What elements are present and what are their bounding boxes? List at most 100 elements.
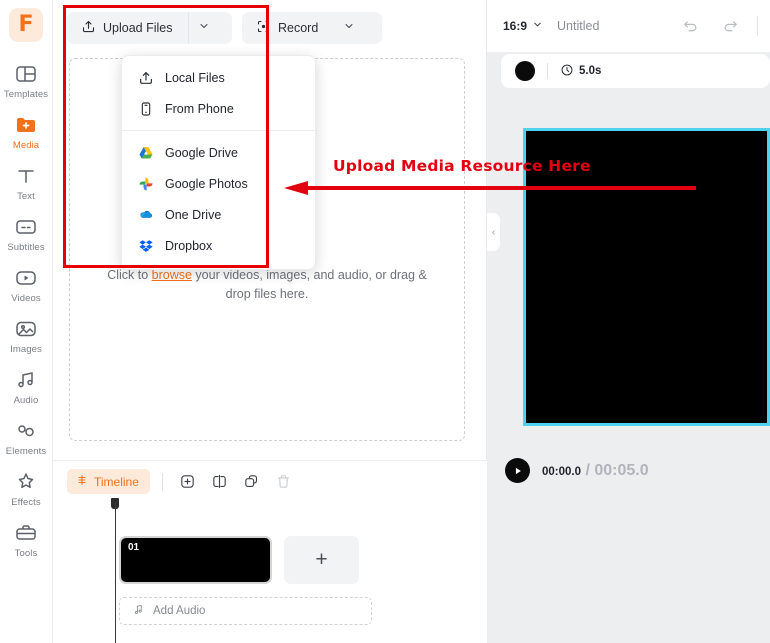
record-main[interactable]: Record: [242, 12, 334, 44]
clip-properties-toolbar: 5.0s: [501, 54, 770, 88]
split-clip-icon[interactable]: [207, 469, 233, 495]
sidebar-item-tools[interactable]: Tools: [0, 515, 53, 563]
images-icon: [14, 317, 38, 341]
add-scene-button[interactable]: +: [284, 536, 359, 584]
menu-item-one-drive[interactable]: One Drive: [122, 199, 315, 230]
sidebar-item-label: Videos: [11, 293, 41, 304]
record-caret[interactable]: [334, 12, 364, 44]
record-label: Record: [278, 21, 319, 35]
record-button[interactable]: Record: [242, 12, 382, 44]
menu-item-local-files[interactable]: Local Files: [122, 62, 315, 93]
tools-icon: [14, 521, 38, 545]
chevron-down-icon: [343, 19, 355, 37]
clip-duration-control[interactable]: 5.0s: [560, 63, 601, 80]
delete-clip-icon[interactable]: [271, 469, 297, 495]
menu-item-label: One Drive: [165, 207, 222, 222]
sidebar-item-media[interactable]: Media: [0, 107, 53, 155]
time-separator: /: [581, 461, 595, 479]
chevron-down-icon: [198, 19, 210, 37]
sidebar-item-text[interactable]: Text: [0, 158, 53, 206]
dropzone-text-before: Click to: [107, 268, 152, 282]
toolbar-divider: [547, 63, 548, 79]
video-editor-app: F Templates Media Text Subtitles Videos …: [0, 0, 770, 643]
sidebar-item-label: Text: [17, 191, 35, 202]
upload-files-caret[interactable]: [188, 12, 218, 44]
clip-duration-value: 5.0s: [579, 65, 602, 77]
effects-icon: [14, 470, 38, 494]
aspect-ratio-selector[interactable]: 16:9: [503, 19, 543, 33]
preview-header: 16:9 Untitled: [487, 0, 770, 52]
annotation-arrow: [284, 181, 696, 195]
sidebar-item-label: Audio: [13, 395, 39, 406]
google-photos-icon: [137, 175, 154, 192]
sidebar-item-subtitles[interactable]: Subtitles: [0, 209, 53, 257]
upload-source-dropdown: Local Files From Phone Google Drive Goog…: [121, 55, 316, 270]
menu-item-label: Local Files: [165, 70, 225, 85]
clip-number: 01: [128, 542, 140, 553]
text-icon: [14, 164, 38, 188]
menu-item-label: Google Drive: [165, 145, 238, 160]
menu-item-label: From Phone: [165, 101, 234, 116]
preview-area: 16:9 Untitled 5.0s ‹ 00:00.0 / 00:05.0: [487, 0, 770, 643]
upload-files-main[interactable]: Upload Files: [67, 12, 188, 44]
current-time: 00:00.0: [542, 465, 582, 478]
record-target-icon: [256, 19, 271, 37]
sidebar-item-audio[interactable]: Audio: [0, 362, 53, 410]
menu-item-dropbox[interactable]: Dropbox: [122, 230, 315, 261]
playhead-line: [115, 502, 116, 643]
upload-icon: [137, 69, 154, 86]
duplicate-clip-icon[interactable]: [239, 469, 265, 495]
upload-icon: [81, 19, 96, 37]
add-clip-icon[interactable]: [175, 469, 201, 495]
chevron-down-icon: [532, 19, 543, 33]
upload-files-label: Upload Files: [103, 21, 173, 35]
play-button[interactable]: [505, 458, 530, 483]
sidebar-item-effects[interactable]: Effects: [0, 464, 53, 512]
clip-track: 01 +: [119, 536, 359, 584]
browse-link[interactable]: browse: [152, 268, 192, 282]
timeline-track-area: 01 + Add Audio: [53, 498, 487, 643]
timeline-toolbar: Timeline: [53, 460, 487, 502]
media-panel: Upload Files Record Click to browse your…: [53, 0, 487, 643]
add-audio-button[interactable]: Add Audio: [119, 597, 372, 625]
sidebar-item-videos[interactable]: Videos: [0, 260, 53, 308]
background-color-swatch[interactable]: [515, 61, 535, 81]
sidebar-item-images[interactable]: Images: [0, 311, 53, 359]
clock-icon: [560, 63, 574, 80]
upload-files-button[interactable]: Upload Files: [67, 12, 232, 44]
onedrive-icon: [137, 206, 154, 223]
tab-timeline[interactable]: Timeline: [67, 469, 150, 494]
undo-button[interactable]: [677, 13, 703, 39]
project-title[interactable]: Untitled: [557, 19, 599, 33]
time-display: 00:00.0 / 00:05.0: [542, 462, 649, 480]
subtitles-icon: [14, 215, 38, 239]
collapse-panel-button[interactable]: ‹: [487, 213, 500, 251]
sidebar-item-label: Elements: [5, 446, 47, 457]
toolbar-divider: [161, 472, 163, 491]
aspect-ratio-value: 16:9: [503, 19, 528, 33]
left-sidebar: F Templates Media Text Subtitles Videos …: [0, 0, 53, 643]
sidebar-item-templates[interactable]: Templates: [0, 56, 53, 104]
menu-item-from-phone[interactable]: From Phone: [122, 93, 315, 124]
sidebar-item-label: Media: [12, 140, 40, 151]
elements-icon: [14, 419, 38, 443]
menu-item-google-drive[interactable]: Google Drive: [122, 137, 315, 168]
menu-item-label: Google Photos: [165, 176, 248, 191]
phone-icon: [137, 100, 154, 117]
playback-controls: 00:00.0 / 00:05.0: [505, 458, 649, 483]
sidebar-item-label: Templates: [3, 89, 49, 100]
timeline-clip[interactable]: 01: [119, 536, 272, 584]
add-audio-label: Add Audio: [153, 605, 206, 617]
sidebar-item-label: Tools: [14, 548, 38, 559]
audio-note-icon: [132, 603, 145, 619]
total-time: 00:05.0: [594, 461, 649, 479]
sidebar-item-label: Effects: [11, 497, 41, 508]
sidebar-item-label: Images: [10, 344, 42, 355]
redo-button[interactable]: [717, 13, 743, 39]
media-toolbar: Upload Files Record: [53, 0, 486, 54]
app-logo[interactable]: F: [9, 8, 43, 42]
header-divider: [757, 16, 758, 36]
sidebar-item-label: Subtitles: [7, 242, 45, 253]
sidebar-item-elements[interactable]: Elements: [0, 413, 53, 461]
google-drive-icon: [137, 144, 154, 161]
